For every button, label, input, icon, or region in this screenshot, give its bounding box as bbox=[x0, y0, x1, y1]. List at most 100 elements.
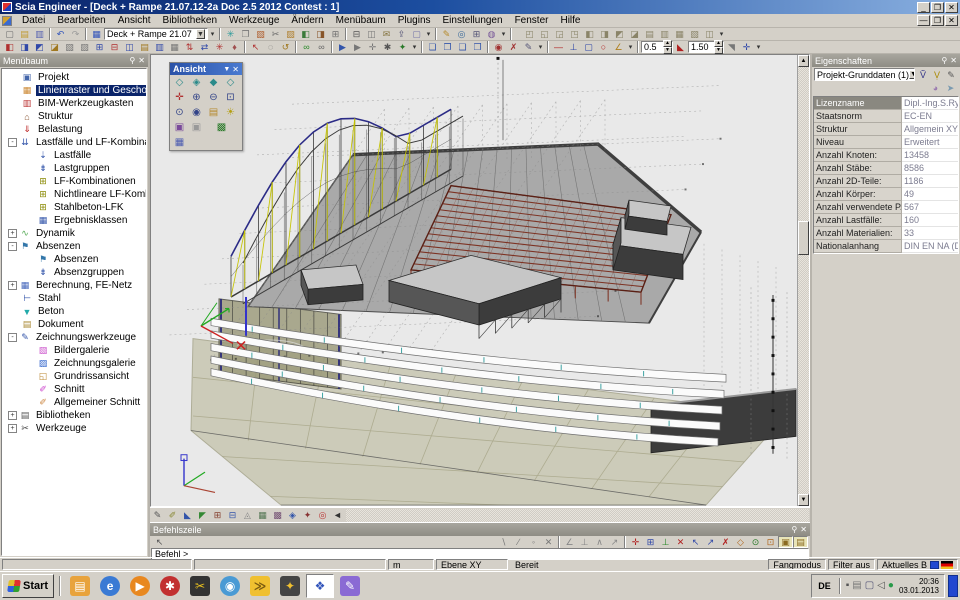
menu-bearbeiten[interactable]: Bearbeiten bbox=[51, 14, 111, 27]
act-layers2-icon[interactable]: ▥ bbox=[152, 41, 167, 53]
property-type-combo[interactable]: Projekt-Grunddaten (1) ▼ bbox=[814, 68, 915, 81]
act-clip-icon[interactable]: ▨ bbox=[77, 41, 92, 53]
pin-icon[interactable]: ⚲ bbox=[129, 57, 135, 65]
zoom-in-icon[interactable]: ⊕ bbox=[188, 90, 205, 105]
property-row[interactable]: Anzahl Lastfälle:160 bbox=[814, 214, 958, 227]
mdi-restore-button[interactable]: ❐ bbox=[931, 15, 944, 26]
snap-end-icon[interactable]: ↖ bbox=[688, 536, 703, 548]
property-row[interactable]: Anzahl Stäbe:8586 bbox=[814, 162, 958, 175]
strip-shell-icon[interactable]: ◬ bbox=[240, 509, 255, 521]
3d-model-view[interactable] bbox=[151, 55, 797, 507]
send-icon[interactable]: ✉ bbox=[379, 28, 394, 40]
snap-cross-icon[interactable]: ✕ bbox=[673, 536, 688, 548]
tree-stahl[interactable]: ⊢Stahl bbox=[2, 292, 146, 305]
strip-target-icon[interactable]: ◎ bbox=[315, 509, 330, 521]
engineering-icon[interactable]: ✦ bbox=[395, 41, 410, 53]
snap-off-icon[interactable]: ✗ bbox=[718, 536, 733, 548]
tray-printer-icon[interactable]: ▤ bbox=[852, 581, 861, 591]
tree-expand-icon[interactable]: - bbox=[8, 333, 17, 342]
filter2-icon[interactable]: Ṿ bbox=[930, 69, 944, 81]
paste-icon[interactable]: ▨ bbox=[283, 28, 298, 40]
preview-icon[interactable]: ◫ bbox=[364, 28, 379, 40]
toolbar-dropdown-icon[interactable]: ▾ bbox=[754, 41, 763, 53]
update-icon[interactable]: ✎ bbox=[521, 41, 536, 53]
mdi-minimize-button[interactable]: — bbox=[917, 15, 930, 26]
draw-arc-icon[interactable]: ∕ bbox=[511, 536, 526, 548]
show-desktop-button[interactable] bbox=[948, 575, 958, 597]
view-iso4-icon[interactable]: ▧ bbox=[687, 28, 702, 40]
act-invert-icon[interactable]: ⇅ bbox=[182, 41, 197, 53]
gallery-icon[interactable]: ▧ bbox=[253, 28, 268, 40]
sel-nodes-icon[interactable]: ◧ bbox=[2, 41, 17, 53]
taskbar-explorer[interactable]: ▤ bbox=[66, 574, 94, 598]
clipboard1-icon[interactable]: ❏ bbox=[425, 41, 440, 53]
act-layers-icon[interactable]: ▧ bbox=[62, 41, 77, 53]
erase-icon[interactable]: ✕ bbox=[541, 536, 556, 548]
view-top-icon[interactable]: ◰ bbox=[522, 28, 537, 40]
spin-down-icon[interactable]: ▼ bbox=[663, 47, 672, 54]
redo-icon[interactable]: ↷ bbox=[68, 28, 83, 40]
tree-allg-schnitt[interactable]: ✐Allgemeiner Schnitt bbox=[2, 396, 146, 409]
act-workspace-icon[interactable]: ⊞ bbox=[92, 41, 107, 53]
tree-stahlbeton-lfk[interactable]: ⊞Stahlbeton-LFK bbox=[2, 201, 146, 214]
strip-collapse-icon[interactable]: ◄ bbox=[330, 509, 345, 521]
camera1-icon[interactable]: ▣ bbox=[171, 120, 188, 135]
menu-ansicht[interactable]: Ansicht bbox=[112, 14, 157, 27]
axo-view1-icon[interactable]: ◇ bbox=[171, 75, 188, 90]
property-row[interactable]: Anzahl Knoten:13458 bbox=[814, 149, 958, 162]
tree-schnitt[interactable]: ✐Schnitt bbox=[2, 383, 146, 396]
view-side-icon[interactable]: ◲ bbox=[552, 28, 567, 40]
draw-circle-icon[interactable]: ◦ bbox=[526, 536, 541, 548]
toolbar-dropdown-icon[interactable]: ▾ bbox=[499, 28, 508, 40]
view-front-icon[interactable]: ◱ bbox=[537, 28, 552, 40]
check-icon[interactable]: ◉ bbox=[491, 41, 506, 53]
mdi-close-button[interactable]: ✕ bbox=[945, 15, 958, 26]
close-panel-icon[interactable]: ✕ bbox=[950, 57, 957, 65]
menu-datei[interactable]: Datei bbox=[16, 14, 51, 27]
tree-absenzgruppen[interactable]: ⇟Absenzgruppen bbox=[2, 266, 146, 279]
strip-mesh-icon[interactable]: ▩ bbox=[270, 509, 285, 521]
tree-expand-icon[interactable]: + bbox=[8, 411, 17, 420]
zoom-window-icon[interactable]: ⊡ bbox=[222, 90, 239, 105]
tree-nl-lf-komb[interactable]: ⊞Nichtlineare LF-Kombinationen bbox=[2, 188, 146, 201]
menu-ändern[interactable]: Ändern bbox=[285, 14, 329, 27]
project-combo[interactable]: Deck + Rampe 21.07▼ bbox=[104, 28, 208, 40]
snap-center-icon[interactable]: ⊙ bbox=[748, 536, 763, 548]
act-all-icon[interactable]: ▦ bbox=[167, 41, 182, 53]
snap-diam-icon[interactable]: ◇ bbox=[733, 536, 748, 548]
view-axo1-icon[interactable]: ◧ bbox=[582, 28, 597, 40]
tree-belastung[interactable]: ⇓Belastung bbox=[2, 123, 146, 136]
strip-plate-icon[interactable]: ⊞ bbox=[210, 509, 225, 521]
new-icon[interactable]: ▢ bbox=[2, 28, 17, 40]
tree-expand-icon[interactable]: + bbox=[8, 229, 17, 238]
snap-box-icon[interactable]: ⊡ bbox=[763, 536, 778, 548]
cut-icon[interactable]: ✂ bbox=[268, 28, 283, 40]
viewport-vscrollbar[interactable]: ▲ ▼ bbox=[797, 55, 809, 506]
menu-einstellungen[interactable]: Einstellungen bbox=[437, 14, 509, 27]
tree-expand-icon[interactable]: - bbox=[8, 242, 17, 251]
tray-volume-icon[interactable]: ◁ bbox=[877, 581, 885, 591]
close-panel-icon[interactable]: ✕ bbox=[800, 526, 807, 534]
property-row[interactable]: NationalanhangDIN EN NA (Deutschlan... bbox=[814, 240, 958, 253]
view-persp-icon[interactable]: ◫ bbox=[702, 28, 717, 40]
angle2-icon[interactable]: ◥ bbox=[724, 41, 739, 53]
table-icon[interactable]: ⊞ bbox=[469, 28, 484, 40]
angle-icon[interactable]: ∠ bbox=[611, 41, 626, 53]
view-back-icon[interactable]: ◳ bbox=[567, 28, 582, 40]
menu-hilfe[interactable]: Hilfe bbox=[554, 14, 586, 27]
open-icon[interactable]: ▤ bbox=[17, 28, 32, 40]
layout-icon[interactable]: ⊞ bbox=[328, 28, 343, 40]
viewport-hscrollbar[interactable] bbox=[346, 509, 809, 522]
menu-menübaum[interactable]: Menübaum bbox=[330, 14, 392, 27]
language-indicator[interactable]: DE bbox=[815, 581, 834, 591]
snap-step-spin[interactable]: 0.5▲▼ bbox=[641, 41, 673, 53]
view-axo4-icon[interactable]: ◪ bbox=[627, 28, 642, 40]
clipboard4-icon[interactable]: ❒ bbox=[470, 41, 485, 53]
menu-werkzeuge[interactable]: Werkzeuge bbox=[223, 14, 285, 27]
tree-berechnung[interactable]: +▦Berechnung, FE-Netz bbox=[2, 279, 146, 292]
chevron-down-icon[interactable]: ▼ bbox=[909, 70, 915, 79]
doc-icon[interactable]: ▢ bbox=[409, 28, 424, 40]
tree-ergebnisklassen[interactable]: ▦Ergebnisklassen bbox=[2, 214, 146, 227]
tree-dokument[interactable]: ▤Dokument bbox=[2, 318, 146, 331]
view-iso1-icon[interactable]: ▤ bbox=[642, 28, 657, 40]
